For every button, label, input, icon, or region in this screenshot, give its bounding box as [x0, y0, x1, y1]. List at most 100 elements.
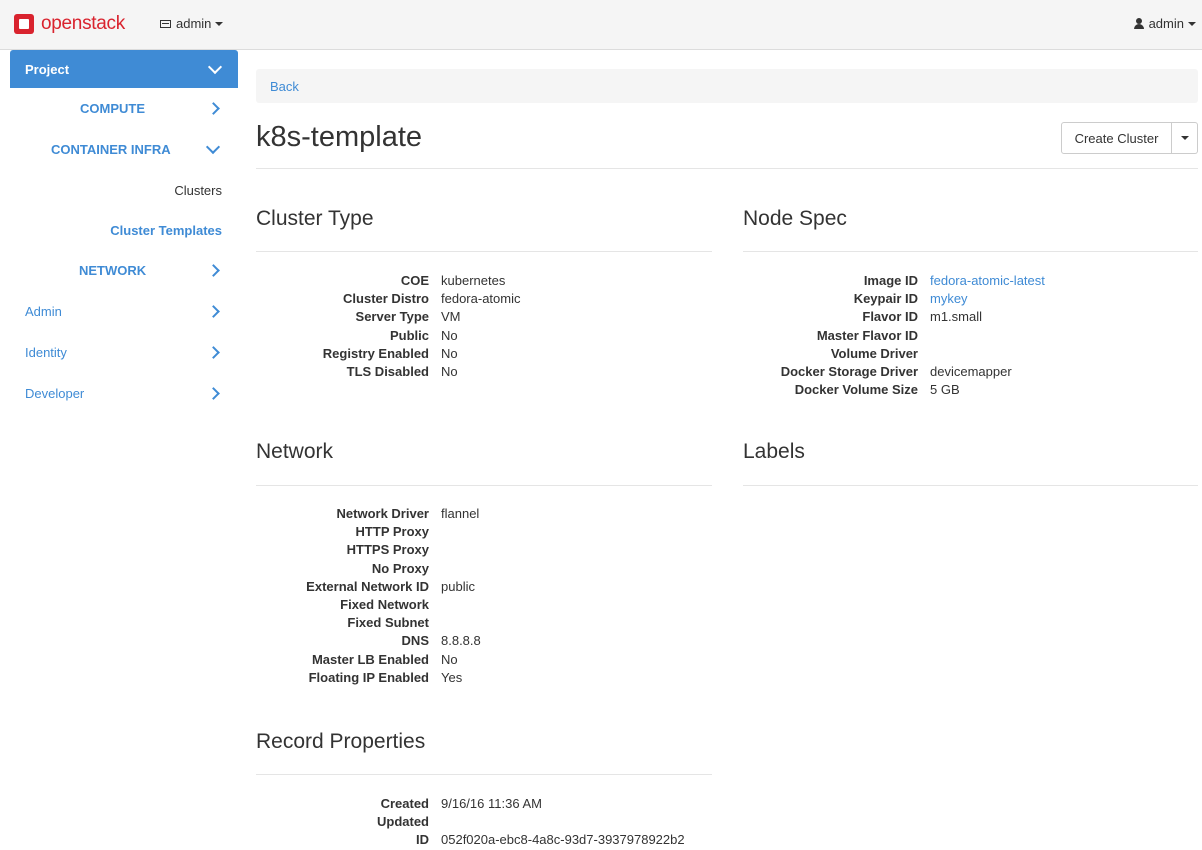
detail-label: Master Flavor ID: [816, 327, 918, 343]
detail-label: Server Type: [355, 309, 429, 325]
sidebar-item-cluster-templates[interactable]: Cluster Templates: [10, 210, 238, 250]
node-spec-details: Image ID fedora-atomic-latest Keypair ID m…: [743, 272, 1045, 399]
keypair-id-link[interactable]: mykey: [930, 291, 968, 306]
detail-label: Floating IP Enabled: [308, 669, 429, 685]
section-heading-cluster-type: Cluster Type: [256, 207, 374, 230]
section-heading-node-spec: Node Spec: [743, 207, 847, 230]
detail-row: Image ID fedora-atomic-latest: [743, 272, 1045, 290]
detail-row: Created 9/16/16 11:36 AM: [256, 795, 685, 813]
chevron-right-icon: [207, 102, 220, 115]
record-properties-details: Created 9/16/16 11:36 AM Updated ID 052f02…: [256, 795, 685, 850]
detail-label: Master LB Enabled: [311, 651, 429, 667]
detail-row: Network Driver flannel: [256, 505, 481, 523]
detail-label: Registry Enabled: [322, 345, 429, 361]
project-selector-label: admin: [176, 16, 212, 31]
user-menu-dropdown[interactable]: admin: [1133, 16, 1196, 31]
detail-value: m1.small: [930, 309, 983, 325]
sidebar-item-label: Clusters: [174, 182, 222, 198]
detail-value: 9/16/16 11:36 AM: [441, 796, 542, 811]
detail-value: Yes: [441, 669, 463, 685]
sidebar-item-label: Cluster Templates: [110, 222, 222, 238]
detail-label: No Proxy: [371, 560, 429, 576]
detail-value: fedora-atomic: [441, 291, 521, 307]
section-divider: [743, 251, 1198, 252]
chevron-right-icon: [207, 264, 220, 277]
detail-row: Registry Enabled No: [256, 345, 520, 363]
detail-label: Fixed Network: [340, 596, 429, 612]
detail-label: COE: [400, 273, 429, 288]
sidebar-item-identity[interactable]: Identity: [10, 332, 238, 373]
sidebar-group-label: CONTAINER INFRA: [51, 142, 171, 157]
detail-row: Fixed Subnet: [256, 614, 481, 632]
detail-value: 5 GB: [930, 382, 960, 398]
back-link[interactable]: Back: [270, 79, 299, 94]
section-heading-labels: Labels: [743, 440, 805, 463]
openstack-logo[interactable]: openstack: [14, 12, 125, 36]
chevron-right-icon: [207, 346, 220, 359]
detail-value: No: [441, 363, 458, 379]
sidebar-group-label: COMPUTE: [80, 101, 145, 116]
section-divider: [256, 251, 712, 252]
user-icon: [1133, 18, 1144, 29]
cluster-type-details: COE kubernetes Cluster Distro fedora-atomi…: [256, 272, 521, 381]
section-heading-record-properties: Record Properties: [256, 730, 426, 753]
create-cluster-button[interactable]: Create Cluster: [1061, 122, 1172, 154]
detail-row: Flavor ID m1.small: [743, 308, 1045, 326]
detail-value: No: [441, 327, 458, 343]
sidebar-nav: Project COMPUTE CONTAINER INFRA Clusters…: [10, 50, 238, 414]
detail-value: flannel: [441, 506, 480, 521]
detail-label: Flavor ID: [862, 309, 918, 325]
sidebar-group-compute[interactable]: COMPUTE: [10, 88, 238, 129]
sidebar-group-network[interactable]: NETWORK: [10, 250, 238, 291]
project-list-icon: [160, 19, 171, 28]
detail-value: No: [441, 651, 458, 667]
detail-label: TLS Disabled: [346, 363, 429, 379]
detail-value: 8.8.8.8: [441, 633, 481, 649]
detail-label: Image ID: [863, 273, 918, 288]
detail-label: Created: [380, 796, 429, 811]
sidebar-item-label: Admin: [25, 304, 62, 319]
section-divider: [256, 774, 712, 775]
detail-row: Master LB Enabled No: [256, 651, 481, 669]
sidebar-item-label: Identity: [25, 345, 67, 360]
detail-row: ID 052f020a-ebc8-4a8c-93d7-3937978922b2: [256, 831, 685, 849]
sidebar-item-label: Developer: [25, 386, 85, 401]
detail-label: HTTPS Proxy: [346, 542, 429, 558]
detail-value: public: [441, 578, 475, 594]
detail-label: DNS: [401, 633, 429, 649]
detail-row: HTTPS Proxy: [256, 541, 481, 559]
caret-down-icon: [215, 21, 224, 26]
sidebar-item-clusters[interactable]: Clusters: [10, 170, 238, 210]
detail-label: Network Driver: [336, 506, 429, 521]
detail-row: Updated: [256, 813, 685, 831]
detail-label: HTTP Proxy: [355, 524, 429, 540]
detail-row: DNS 8.8.8.8: [256, 632, 481, 650]
more-actions-dropdown-toggle[interactable]: [1172, 122, 1198, 154]
detail-row: Master Flavor ID: [743, 327, 1045, 345]
sidebar-item-admin[interactable]: Admin: [10, 291, 238, 332]
sidebar-item-project[interactable]: Project: [10, 50, 238, 88]
detail-label: Cluster Distro: [343, 291, 429, 307]
sidebar-group-container-infra[interactable]: CONTAINER INFRA: [10, 129, 238, 170]
detail-row: Fixed Network: [256, 596, 481, 614]
detail-row: Server Type VM: [256, 308, 520, 326]
title-divider: [256, 168, 1198, 169]
user-menu-label: admin: [1148, 16, 1184, 31]
network-details: Network Driver flannel HTTP Proxy HTTPS P…: [256, 505, 481, 687]
detail-label: Volume Driver: [830, 345, 918, 361]
detail-value: kubernetes: [441, 273, 506, 288]
detail-row: Volume Driver: [743, 345, 1045, 363]
detail-row: Docker Volume Size 5 GB: [743, 381, 1045, 399]
image-id-link[interactable]: fedora-atomic-latest: [930, 273, 1045, 288]
sidebar-item-developer[interactable]: Developer: [10, 373, 238, 414]
chevron-right-icon: [207, 305, 220, 318]
breadcrumb: Back: [256, 69, 1198, 103]
openstack-logo-icon: [14, 14, 34, 34]
detail-row: Docker Storage Driver devicemapper: [743, 363, 1045, 381]
project-selector-dropdown[interactable]: admin: [160, 16, 224, 31]
detail-label: Updated: [377, 814, 429, 830]
detail-label: Keypair ID: [853, 291, 918, 307]
brand-name: openstack: [41, 13, 125, 34]
detail-value: VM: [441, 309, 461, 325]
detail-row: HTTP Proxy: [256, 523, 481, 541]
